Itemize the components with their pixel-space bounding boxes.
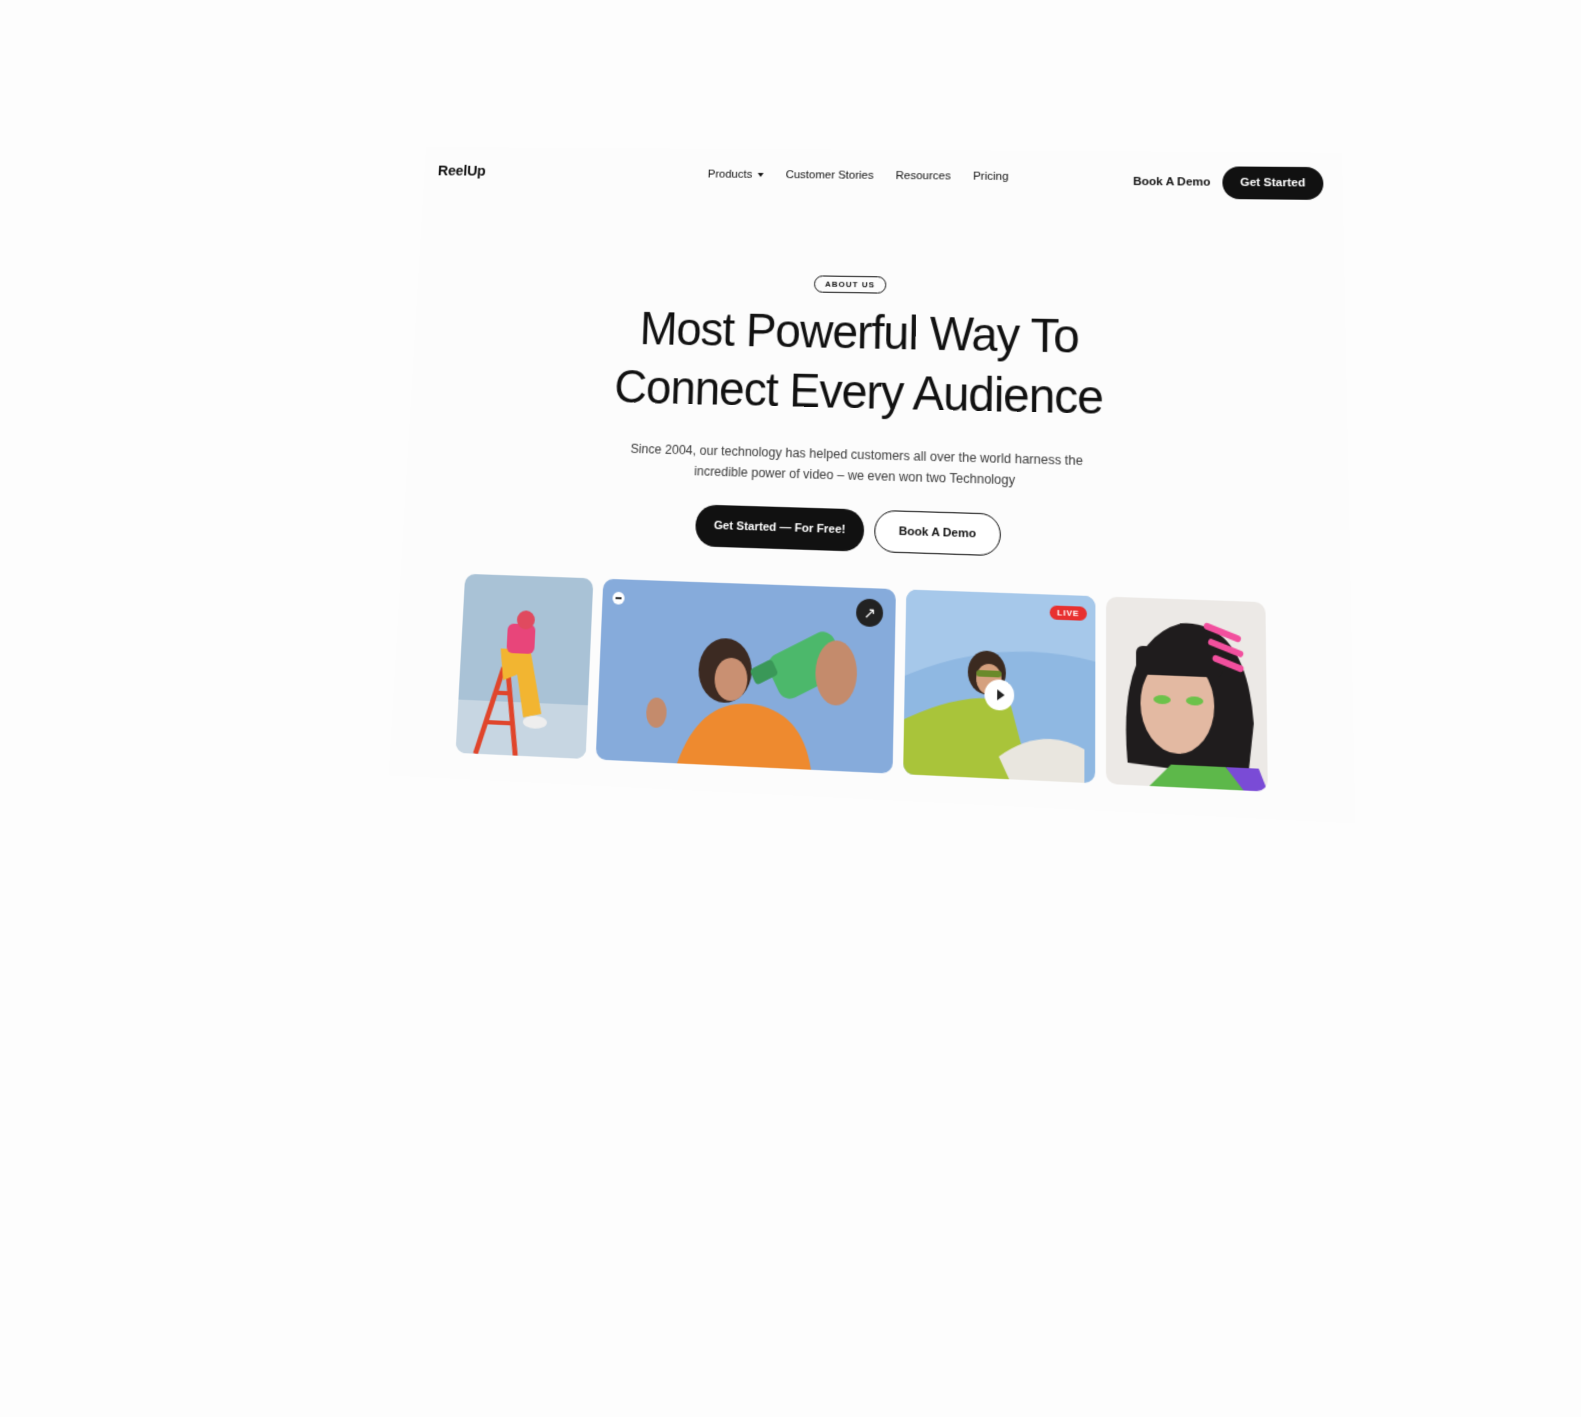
person-on-ladder-image — [455, 573, 594, 759]
media-cards: ↗ LIVE — [455, 573, 1284, 793]
main-nav: Products Customer Stories Resources Pric… — [708, 169, 1009, 183]
nav-item-customer-stories[interactable]: Customer Stories — [785, 169, 873, 182]
screenshot-stage: ReelUp Products Customer Stories Resourc… — [0, 0, 1581, 1417]
nav-item-pricing[interactable]: Pricing — [973, 171, 1009, 183]
book-demo-link[interactable]: Book A Demo — [1133, 176, 1210, 189]
get-started-free-button[interactable]: Get Started — For Free! — [694, 504, 865, 552]
headline-line-2: Connect Every Audience — [613, 359, 1103, 425]
nav-item-label: Products — [707, 168, 753, 181]
media-card-portrait[interactable] — [1105, 596, 1268, 792]
headline-line-1: Most Powerful Way To — [638, 301, 1079, 364]
nav-item-resources[interactable]: Resources — [896, 170, 951, 182]
media-card-ladder[interactable] — [455, 573, 594, 759]
media-card-product[interactable]: ↗ — [595, 578, 896, 774]
get-started-button[interactable]: Get Started — [1222, 166, 1324, 200]
hero-headline: Most Powerful Way To Connect Every Audie… — [536, 297, 1186, 429]
hero-subtext: Since 2004, our technology has helped cu… — [630, 441, 1084, 488]
chevron-down-icon — [758, 172, 765, 177]
nav-item-products[interactable]: Products — [708, 169, 765, 181]
woman-holding-bottle-image — [595, 578, 896, 774]
section-badge: ABOUT US — [813, 275, 887, 294]
media-card-live[interactable]: LIVE — [903, 589, 1096, 784]
landing-page: ReelUp Products Customer Stories Resourc… — [388, 147, 1356, 824]
book-demo-button[interactable]: Book A Demo — [873, 509, 1002, 557]
live-badge: LIVE — [1049, 605, 1087, 621]
logo[interactable]: ReelUp — [437, 163, 486, 180]
woman-with-hair-clips-image — [1105, 596, 1268, 792]
play-icon[interactable] — [984, 679, 1015, 711]
